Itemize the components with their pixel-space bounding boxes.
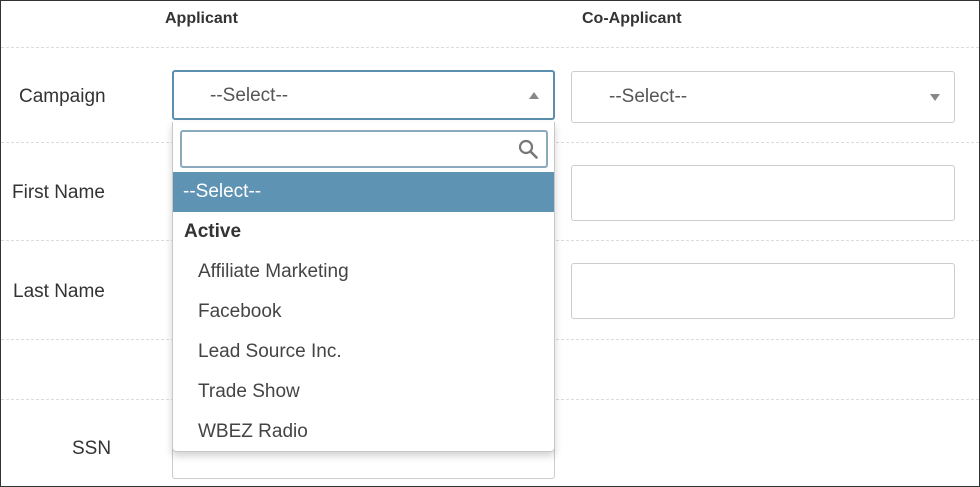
dropdown-item-trade-show[interactable]: Trade Show (173, 372, 554, 412)
dropdown-search-field[interactable] (180, 130, 548, 168)
first-name-label: First Name (12, 182, 105, 203)
applicant-campaign-value: --Select-- (210, 85, 289, 106)
co-applicant-campaign-value: --Select-- (609, 86, 688, 107)
applicant-column-header: Applicant (165, 10, 238, 27)
dropdown-group-active: Active (184, 221, 242, 242)
row-divider (1, 47, 979, 48)
campaign-dropdown-menu: --Select-- Active Affiliate Marketing Fa… (172, 122, 555, 452)
co-applicant-last-name-field[interactable] (571, 263, 955, 319)
co-applicant-column-header: Co-Applicant (582, 10, 682, 27)
dropdown-item-affiliate-marketing[interactable]: Affiliate Marketing (173, 252, 554, 292)
campaign-label: Campaign (19, 86, 106, 107)
applicant-campaign-select[interactable]: --Select-- (172, 70, 555, 120)
last-name-label: Last Name (13, 281, 105, 302)
search-icon (518, 139, 538, 159)
dropdown-item-wbez-radio[interactable]: WBEZ Radio (173, 412, 554, 452)
dropdown-item-select[interactable]: --Select-- (173, 172, 554, 212)
ssn-label: SSN (72, 438, 112, 459)
dropdown-item-lead-source-inc[interactable]: Lead Source Inc. (173, 332, 554, 372)
dropdown-search-input[interactable] (186, 134, 510, 166)
dropdown-item-facebook[interactable]: Facebook (173, 292, 554, 332)
caret-down-icon (930, 94, 940, 101)
co-applicant-campaign-select[interactable]: --Select-- (571, 71, 955, 123)
co-applicant-first-name-field[interactable] (571, 165, 955, 221)
form-frame: Applicant Co-Applicant Campaign First Na… (0, 0, 980, 487)
caret-up-icon (529, 92, 539, 99)
